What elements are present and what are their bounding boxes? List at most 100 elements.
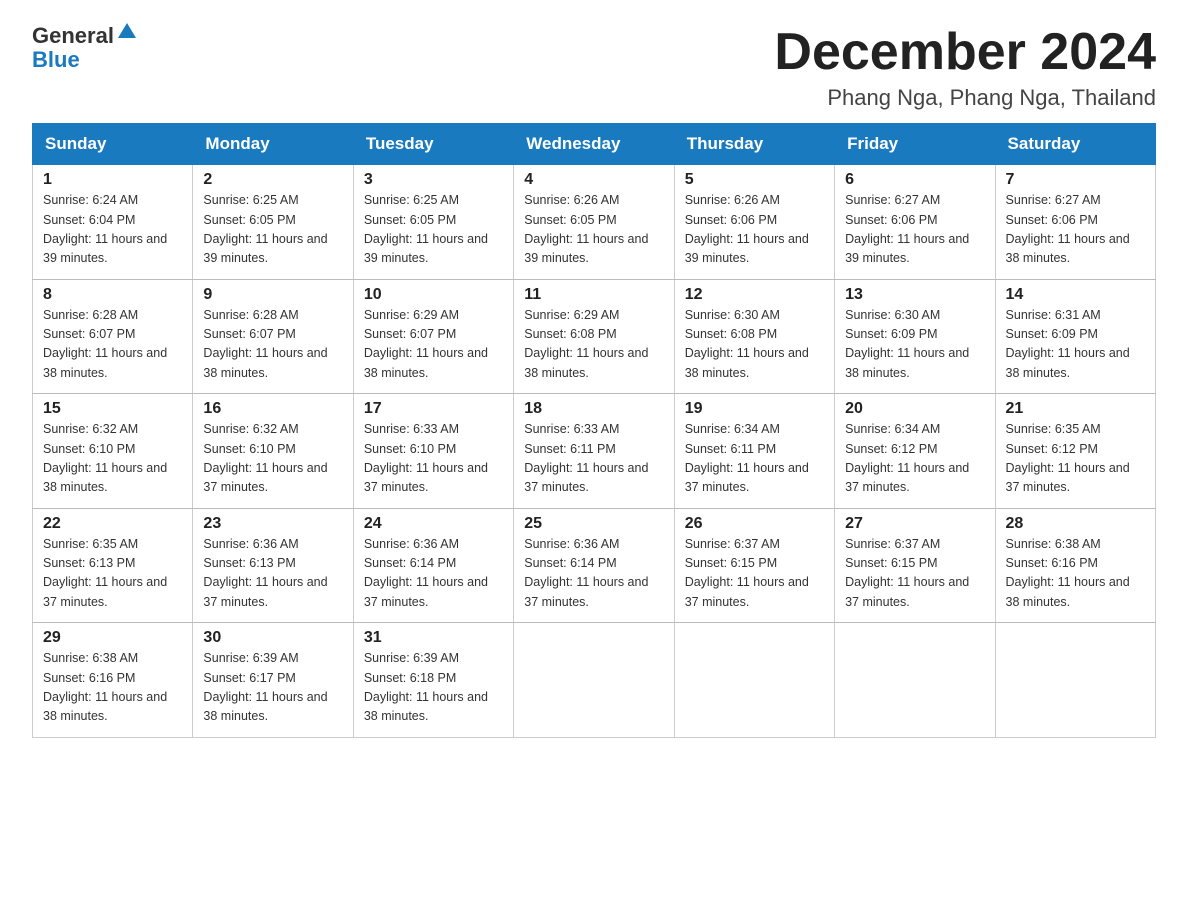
day-number: 4 <box>524 171 665 189</box>
day-number: 6 <box>845 171 986 189</box>
day-info: Sunrise: 6:25 AMSunset: 6:05 PMDaylight:… <box>364 191 505 269</box>
calendar-header-row: SundayMondayTuesdayWednesdayThursdayFrid… <box>33 124 1156 165</box>
day-number: 27 <box>845 515 986 533</box>
calendar-cell: 22 Sunrise: 6:35 AMSunset: 6:13 PMDayligh… <box>33 508 193 623</box>
day-info: Sunrise: 6:28 AMSunset: 6:07 PMDaylight:… <box>43 306 184 384</box>
logo: General Blue <box>32 24 136 72</box>
day-number: 26 <box>685 515 826 533</box>
day-number: 19 <box>685 400 826 418</box>
column-header-wednesday: Wednesday <box>514 124 674 165</box>
day-number: 30 <box>203 629 344 647</box>
calendar-cell: 21 Sunrise: 6:35 AMSunset: 6:12 PMDayligh… <box>995 394 1155 509</box>
page-header: General Blue December 2024 Phang Nga, Ph… <box>32 24 1156 111</box>
column-header-friday: Friday <box>835 124 995 165</box>
day-info: Sunrise: 6:37 AMSunset: 6:15 PMDaylight:… <box>685 535 826 613</box>
day-number: 7 <box>1006 171 1147 189</box>
calendar-cell: 7 Sunrise: 6:27 AMSunset: 6:06 PMDaylight… <box>995 165 1155 280</box>
calendar-cell: 19 Sunrise: 6:34 AMSunset: 6:11 PMDayligh… <box>674 394 834 509</box>
calendar-cell: 28Sunrise: 6:38 AMSunset: 6:16 PMDayligh… <box>995 508 1155 623</box>
week-row-5: 29 Sunrise: 6:38 AMSunset: 6:16 PMDayligh… <box>33 623 1156 738</box>
calendar-cell: 13 Sunrise: 6:30 AMSunset: 6:09 PMDayligh… <box>835 279 995 394</box>
calendar-cell <box>995 623 1155 738</box>
day-info: Sunrise: 6:27 AMSunset: 6:06 PMDaylight:… <box>1006 191 1147 269</box>
day-info: Sunrise: 6:26 AMSunset: 6:05 PMDaylight:… <box>524 191 665 269</box>
day-info: Sunrise: 6:29 AMSunset: 6:08 PMDaylight:… <box>524 306 665 384</box>
day-number: 14 <box>1006 286 1147 304</box>
day-info: Sunrise: 6:31 AMSunset: 6:09 PMDaylight:… <box>1006 306 1147 384</box>
day-info: Sunrise: 6:27 AMSunset: 6:06 PMDaylight:… <box>845 191 986 269</box>
calendar-cell: 1 Sunrise: 6:24 AMSunset: 6:04 PMDaylight… <box>33 165 193 280</box>
calendar-cell: 27 Sunrise: 6:37 AMSunset: 6:15 PMDayligh… <box>835 508 995 623</box>
day-info: Sunrise: 6:35 AMSunset: 6:12 PMDaylight:… <box>1006 420 1147 498</box>
title-block: December 2024 Phang Nga, Phang Nga, Thai… <box>774 24 1156 111</box>
calendar-cell: 29 Sunrise: 6:38 AMSunset: 6:16 PMDayligh… <box>33 623 193 738</box>
location-title: Phang Nga, Phang Nga, Thailand <box>774 85 1156 111</box>
column-header-thursday: Thursday <box>674 124 834 165</box>
calendar-cell: 25 Sunrise: 6:36 AMSunset: 6:14 PMDayligh… <box>514 508 674 623</box>
day-info: Sunrise: 6:32 AMSunset: 6:10 PMDaylight:… <box>203 420 344 498</box>
calendar-cell: 3 Sunrise: 6:25 AMSunset: 6:05 PMDaylight… <box>353 165 513 280</box>
day-number: 22 <box>43 515 184 533</box>
day-number: 31 <box>364 629 505 647</box>
day-info: Sunrise: 6:36 AMSunset: 6:13 PMDaylight:… <box>203 535 344 613</box>
day-number: 16 <box>203 400 344 418</box>
calendar-cell: 8Sunrise: 6:28 AMSunset: 6:07 PMDaylight… <box>33 279 193 394</box>
day-number: 24 <box>364 515 505 533</box>
calendar-cell: 31 Sunrise: 6:39 AMSunset: 6:18 PMDayligh… <box>353 623 513 738</box>
day-info: Sunrise: 6:34 AMSunset: 6:11 PMDaylight:… <box>685 420 826 498</box>
calendar-cell: 15 Sunrise: 6:32 AMSunset: 6:10 PMDayligh… <box>33 394 193 509</box>
day-info: Sunrise: 6:35 AMSunset: 6:13 PMDaylight:… <box>43 535 184 613</box>
day-info: Sunrise: 6:26 AMSunset: 6:06 PMDaylight:… <box>685 191 826 269</box>
logo-general-text: General <box>32 24 114 48</box>
day-number: 10 <box>364 286 505 304</box>
day-info: Sunrise: 6:33 AMSunset: 6:10 PMDaylight:… <box>364 420 505 498</box>
calendar-cell <box>514 623 674 738</box>
calendar-cell: 10 Sunrise: 6:29 AMSunset: 6:07 PMDayligh… <box>353 279 513 394</box>
day-number: 20 <box>845 400 986 418</box>
calendar-cell <box>835 623 995 738</box>
day-number: 5 <box>685 171 826 189</box>
column-header-monday: Monday <box>193 124 353 165</box>
day-number: 21 <box>1006 400 1147 418</box>
calendar-cell: 30 Sunrise: 6:39 AMSunset: 6:17 PMDayligh… <box>193 623 353 738</box>
day-number: 13 <box>845 286 986 304</box>
calendar-cell: 14 Sunrise: 6:31 AMSunset: 6:09 PMDayligh… <box>995 279 1155 394</box>
day-info: Sunrise: 6:36 AMSunset: 6:14 PMDaylight:… <box>524 535 665 613</box>
week-row-3: 15 Sunrise: 6:32 AMSunset: 6:10 PMDayligh… <box>33 394 1156 509</box>
day-info: Sunrise: 6:37 AMSunset: 6:15 PMDaylight:… <box>845 535 986 613</box>
day-number: 1 <box>43 171 184 189</box>
calendar-table: SundayMondayTuesdayWednesdayThursdayFrid… <box>32 123 1156 738</box>
day-info: Sunrise: 6:29 AMSunset: 6:07 PMDaylight:… <box>364 306 505 384</box>
calendar-cell: 2Sunrise: 6:25 AMSunset: 6:05 PMDaylight… <box>193 165 353 280</box>
day-info: Sunrise: 6:28 AMSunset: 6:07 PMDaylight:… <box>203 306 344 384</box>
day-info: Sunrise: 6:38 AMSunset: 6:16 PMDaylight:… <box>43 649 184 727</box>
column-header-tuesday: Tuesday <box>353 124 513 165</box>
day-number: 11 <box>524 286 665 304</box>
month-title: December 2024 <box>774 24 1156 81</box>
week-row-1: 1 Sunrise: 6:24 AMSunset: 6:04 PMDaylight… <box>33 165 1156 280</box>
calendar-cell: 16 Sunrise: 6:32 AMSunset: 6:10 PMDayligh… <box>193 394 353 509</box>
calendar-cell: 26 Sunrise: 6:37 AMSunset: 6:15 PMDayligh… <box>674 508 834 623</box>
day-number: 12 <box>685 286 826 304</box>
column-header-saturday: Saturday <box>995 124 1155 165</box>
week-row-4: 22 Sunrise: 6:35 AMSunset: 6:13 PMDayligh… <box>33 508 1156 623</box>
calendar-cell: 24 Sunrise: 6:36 AMSunset: 6:14 PMDayligh… <box>353 508 513 623</box>
day-number: 15 <box>43 400 184 418</box>
day-info: Sunrise: 6:39 AMSunset: 6:18 PMDaylight:… <box>364 649 505 727</box>
day-number: 28 <box>1006 515 1147 533</box>
calendar-cell: 17Sunrise: 6:33 AMSunset: 6:10 PMDayligh… <box>353 394 513 509</box>
day-number: 29 <box>43 629 184 647</box>
day-info: Sunrise: 6:32 AMSunset: 6:10 PMDaylight:… <box>43 420 184 498</box>
day-number: 25 <box>524 515 665 533</box>
day-info: Sunrise: 6:24 AMSunset: 6:04 PMDaylight:… <box>43 191 184 269</box>
day-info: Sunrise: 6:39 AMSunset: 6:17 PMDaylight:… <box>203 649 344 727</box>
day-info: Sunrise: 6:30 AMSunset: 6:09 PMDaylight:… <box>845 306 986 384</box>
day-info: Sunrise: 6:34 AMSunset: 6:12 PMDaylight:… <box>845 420 986 498</box>
calendar-cell: 4 Sunrise: 6:26 AMSunset: 6:05 PMDaylight… <box>514 165 674 280</box>
calendar-cell <box>674 623 834 738</box>
calendar-cell: 23Sunrise: 6:36 AMSunset: 6:13 PMDayligh… <box>193 508 353 623</box>
day-info: Sunrise: 6:25 AMSunset: 6:05 PMDaylight:… <box>203 191 344 269</box>
calendar-cell: 18Sunrise: 6:33 AMSunset: 6:11 PMDayligh… <box>514 394 674 509</box>
day-info: Sunrise: 6:36 AMSunset: 6:14 PMDaylight:… <box>364 535 505 613</box>
day-number: 3 <box>364 171 505 189</box>
